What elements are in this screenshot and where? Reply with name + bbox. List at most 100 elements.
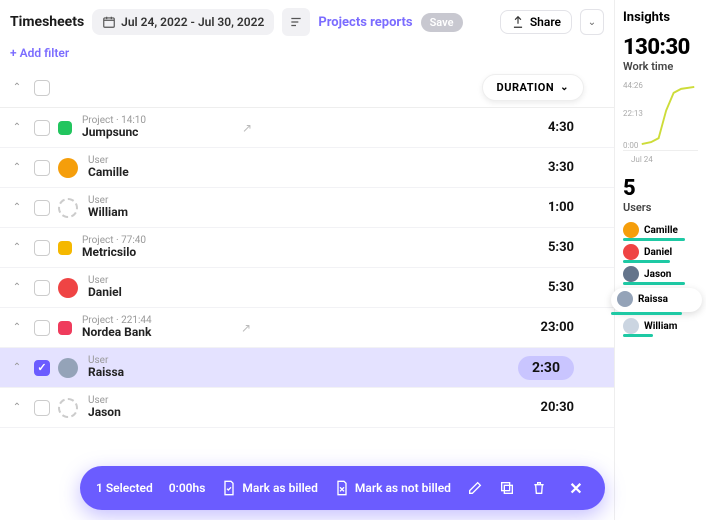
row-checkbox[interactable] bbox=[34, 160, 50, 176]
select-all-checkbox[interactable] bbox=[34, 80, 50, 96]
row-checkbox[interactable] bbox=[34, 120, 50, 136]
user-row[interactable]: ⌃UserRaissa2:30 bbox=[0, 348, 614, 388]
insights-user-item[interactable]: Camille bbox=[623, 222, 698, 238]
user-avatar-placeholder bbox=[58, 398, 78, 418]
user-time-bar bbox=[611, 312, 682, 315]
duration-column-header[interactable]: DURATION ⌄ bbox=[482, 74, 584, 101]
row-checkbox[interactable] bbox=[34, 280, 50, 296]
user-avatar bbox=[58, 358, 78, 378]
delete-button[interactable] bbox=[531, 480, 547, 496]
row-duration: 23:00 bbox=[540, 320, 574, 335]
user-name: Raissa bbox=[638, 294, 668, 305]
user-avatar bbox=[58, 158, 78, 178]
work-time-value: 130:30 bbox=[623, 35, 698, 60]
page-title: Timesheets bbox=[10, 14, 84, 30]
user-time-bar bbox=[623, 260, 670, 263]
close-bar-button[interactable]: ✕ bbox=[563, 475, 589, 501]
user-avatar bbox=[623, 266, 639, 282]
date-range-picker[interactable]: Jul 24, 2022 - Jul 30, 2022 bbox=[92, 9, 274, 35]
project-row[interactable]: ⌃Project · 77:40Metricsilo5:30 bbox=[0, 228, 614, 268]
row-collapse-icon[interactable]: ⌃ bbox=[10, 202, 24, 213]
user-name: Daniel bbox=[644, 247, 672, 258]
row-duration: 2:30 bbox=[518, 356, 574, 380]
chevron-down-icon: ⌄ bbox=[560, 82, 569, 93]
document-check-icon bbox=[221, 480, 237, 496]
user-row[interactable]: ⌃UserCamille3:30 bbox=[0, 148, 614, 188]
open-external-icon[interactable]: ↗ bbox=[241, 321, 251, 335]
row-duration: 3:30 bbox=[548, 160, 574, 175]
user-name: Camille bbox=[644, 225, 678, 236]
users-count: 5 bbox=[623, 176, 698, 201]
date-range-text: Jul 24, 2022 - Jul 30, 2022 bbox=[121, 15, 264, 29]
user-row[interactable]: ⌃UserWilliam1:00 bbox=[0, 188, 614, 228]
row-checkbox[interactable] bbox=[34, 360, 50, 376]
open-external-icon[interactable]: ↗ bbox=[242, 121, 252, 135]
insights-title: Insights bbox=[623, 10, 698, 25]
user-name: William bbox=[644, 321, 677, 332]
project-row[interactable]: ⌃Project · 14:10Jumpsunc↗4:30 bbox=[0, 108, 614, 148]
share-dropdown[interactable]: ⌄ bbox=[580, 9, 604, 35]
calendar-icon bbox=[102, 15, 116, 29]
user-time-bar bbox=[623, 238, 685, 241]
project-row[interactable]: ⌃Project · 221:44Nordea Bank↗23:00 bbox=[0, 308, 614, 348]
insights-user-item[interactable]: Jason bbox=[623, 266, 698, 282]
user-time-bar bbox=[623, 282, 685, 285]
row-checkbox[interactable] bbox=[34, 240, 50, 256]
row-collapse-icon[interactable]: ⌃ bbox=[10, 242, 24, 253]
chart-x-label: Jul 24 bbox=[631, 155, 698, 164]
add-filter-button[interactable]: + Add filter bbox=[0, 44, 614, 68]
user-name: Jason bbox=[644, 269, 671, 280]
row-name: Daniel bbox=[88, 286, 122, 299]
row-collapse-icon[interactable]: ⌃ bbox=[10, 322, 24, 333]
row-checkbox[interactable] bbox=[34, 200, 50, 216]
edit-button[interactable] bbox=[467, 480, 483, 496]
row-collapse-icon[interactable]: ⌃ bbox=[10, 362, 24, 373]
row-collapse-icon[interactable]: ⌃ bbox=[10, 122, 24, 133]
work-time-chart: 44:26 22:13 0:00 bbox=[623, 81, 698, 151]
chart-line bbox=[623, 81, 698, 150]
share-icon bbox=[511, 15, 525, 29]
users-label: Users bbox=[623, 201, 698, 214]
user-row[interactable]: ⌃UserDaniel5:30 bbox=[0, 268, 614, 308]
user-avatar-placeholder bbox=[58, 198, 78, 218]
insights-user-item[interactable]: Raissa bbox=[611, 288, 702, 312]
row-name: Metricsilo bbox=[82, 246, 146, 259]
user-avatar bbox=[623, 318, 639, 334]
user-avatar bbox=[623, 244, 639, 260]
list-view-toggle[interactable] bbox=[282, 8, 310, 36]
user-row[interactable]: ⌃UserJason20:30 bbox=[0, 388, 614, 428]
mark-billed-button[interactable]: Mark as billed bbox=[221, 480, 318, 496]
selection-hours: 0:00hs bbox=[169, 481, 206, 495]
save-button[interactable]: Save bbox=[421, 13, 463, 32]
project-color-dot bbox=[58, 121, 72, 135]
selection-count: 1 Selected bbox=[96, 481, 153, 495]
row-name: Jason bbox=[88, 406, 121, 419]
user-avatar bbox=[623, 222, 639, 238]
row-name: William bbox=[88, 206, 128, 219]
row-checkbox[interactable] bbox=[34, 400, 50, 416]
mark-not-billed-button[interactable]: Mark as not billed bbox=[334, 480, 451, 496]
share-button[interactable]: Share bbox=[500, 10, 572, 34]
insights-user-item[interactable]: William bbox=[623, 318, 698, 334]
row-name: Camille bbox=[88, 166, 129, 179]
row-collapse-icon[interactable]: ⌃ bbox=[10, 162, 24, 173]
list-icon bbox=[289, 15, 303, 29]
collapse-all-icon[interactable]: ⌃ bbox=[10, 82, 24, 93]
project-color-dot bbox=[58, 241, 72, 255]
row-checkbox[interactable] bbox=[34, 320, 50, 336]
row-collapse-icon[interactable]: ⌃ bbox=[10, 282, 24, 293]
row-name: Jumpsunc bbox=[82, 126, 146, 139]
copy-button[interactable] bbox=[499, 480, 515, 496]
insights-user-item[interactable]: Daniel bbox=[623, 244, 698, 260]
work-time-label: Work time bbox=[623, 60, 698, 73]
chevron-down-icon: ⌄ bbox=[588, 17, 596, 28]
close-icon: ✕ bbox=[569, 479, 582, 498]
row-duration: 5:30 bbox=[548, 280, 574, 295]
document-x-icon bbox=[334, 480, 350, 496]
row-duration: 1:00 bbox=[548, 200, 574, 215]
row-name: Nordea Bank bbox=[82, 326, 152, 339]
user-avatar bbox=[617, 291, 633, 307]
row-collapse-icon[interactable]: ⌃ bbox=[10, 402, 24, 413]
projects-reports-link[interactable]: Projects reports bbox=[318, 15, 412, 30]
user-time-bar bbox=[623, 334, 653, 337]
